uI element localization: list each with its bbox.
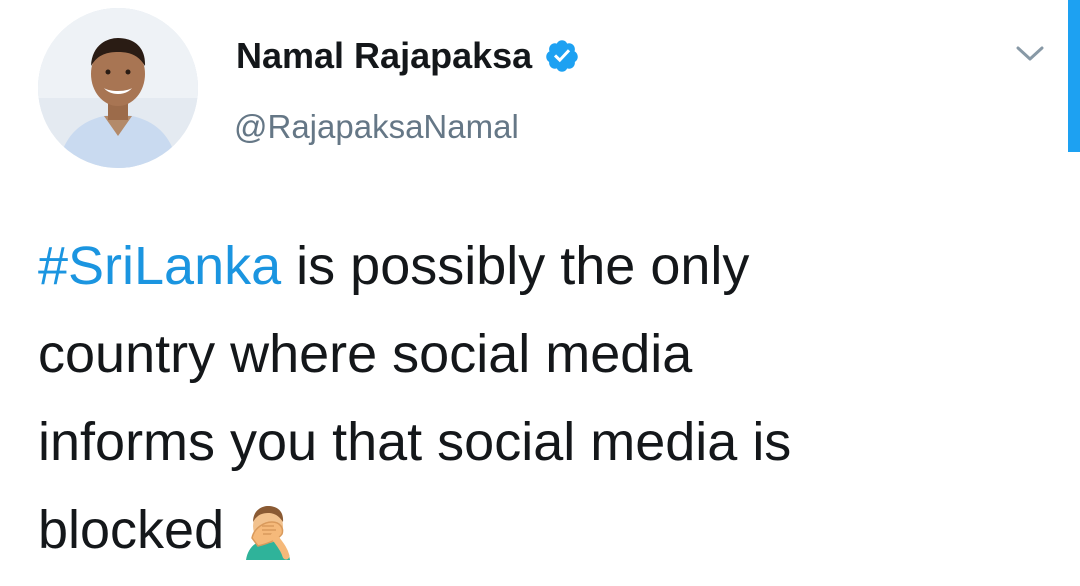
tweet-card: Namal Rajapaksa @RajapaksaNamal #SriLank… <box>0 0 1080 560</box>
tweet-line-2: country where social media <box>38 324 693 384</box>
tweet-line-3: informs you that social media is <box>38 412 792 472</box>
profile-avatar[interactable] <box>38 8 198 168</box>
tweet-line-1-text: is possibly the only <box>281 236 750 296</box>
avatar-image <box>38 8 198 168</box>
chevron-down-icon[interactable] <box>1012 42 1048 66</box>
author-handle[interactable]: @RajapaksaNamal <box>234 108 519 146</box>
tweet-line-4-text: blocked <box>38 500 225 560</box>
hashtag-link[interactable]: #SriLanka <box>38 236 281 296</box>
tweet-line-4: blocked <box>38 486 1038 574</box>
facepalm-emoji-icon <box>238 498 298 560</box>
verified-badge-icon <box>544 38 580 74</box>
author-name-row: Namal Rajapaksa <box>236 28 580 84</box>
author-display-name[interactable]: Namal Rajapaksa <box>236 35 532 77</box>
tweet-line-1: #SriLanka is possibly the only <box>38 222 1038 310</box>
tweet-text: #SriLanka is possibly the only country w… <box>38 222 1038 574</box>
scroll-indicator <box>1068 0 1080 152</box>
